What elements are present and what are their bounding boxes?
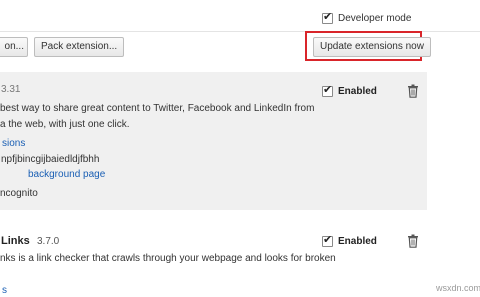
background-page-link[interactable]: background page (28, 169, 105, 181)
pack-extension-button[interactable]: Pack extension... (34, 37, 125, 57)
trash-icon[interactable] (407, 84, 419, 98)
enabled-label: Enabled (338, 86, 377, 97)
enabled-label: Enabled (338, 236, 377, 247)
checkmark-icon: ✔ (323, 233, 333, 246)
allow-incognito-label: ncognito (0, 188, 38, 199)
developer-mode-checkbox[interactable]: ✔ (322, 10, 333, 24)
permissions-link[interactable]: s (2, 285, 7, 297)
permissions-link[interactable]: sions (2, 138, 25, 150)
extensions-page: { "header": { "developer_mode_label": "D… (0, 0, 480, 297)
checkmark-icon: ✔ (323, 10, 333, 23)
inspect-views-label (0, 169, 20, 181)
extension-name: Links (1, 235, 30, 247)
trash-icon[interactable] (407, 234, 419, 248)
extension-description-line1: best way to share great content to Twitt… (0, 103, 315, 114)
enabled-checkbox[interactable]: ✔ (322, 233, 333, 247)
extension-version: 3.31 (1, 84, 21, 95)
watermark: wsxdn.com (436, 283, 480, 293)
extension-description-line1: nks is a link checker that crawls throug… (0, 253, 336, 264)
update-extensions-now-button[interactable]: Update extensions now (313, 37, 431, 57)
checkmark-icon: ✔ (323, 83, 333, 96)
enabled-checkbox[interactable]: ✔ (322, 83, 333, 97)
extension-description-line2: a the web, with just one click. (0, 119, 130, 130)
developer-mode-label: Developer mode (338, 13, 412, 24)
extension-version: 3.7.0 (37, 236, 60, 247)
load-unpacked-button[interactable]: on... (0, 37, 28, 57)
extension-id: npfjbincgijbaiedldjfbhh (1, 154, 100, 165)
